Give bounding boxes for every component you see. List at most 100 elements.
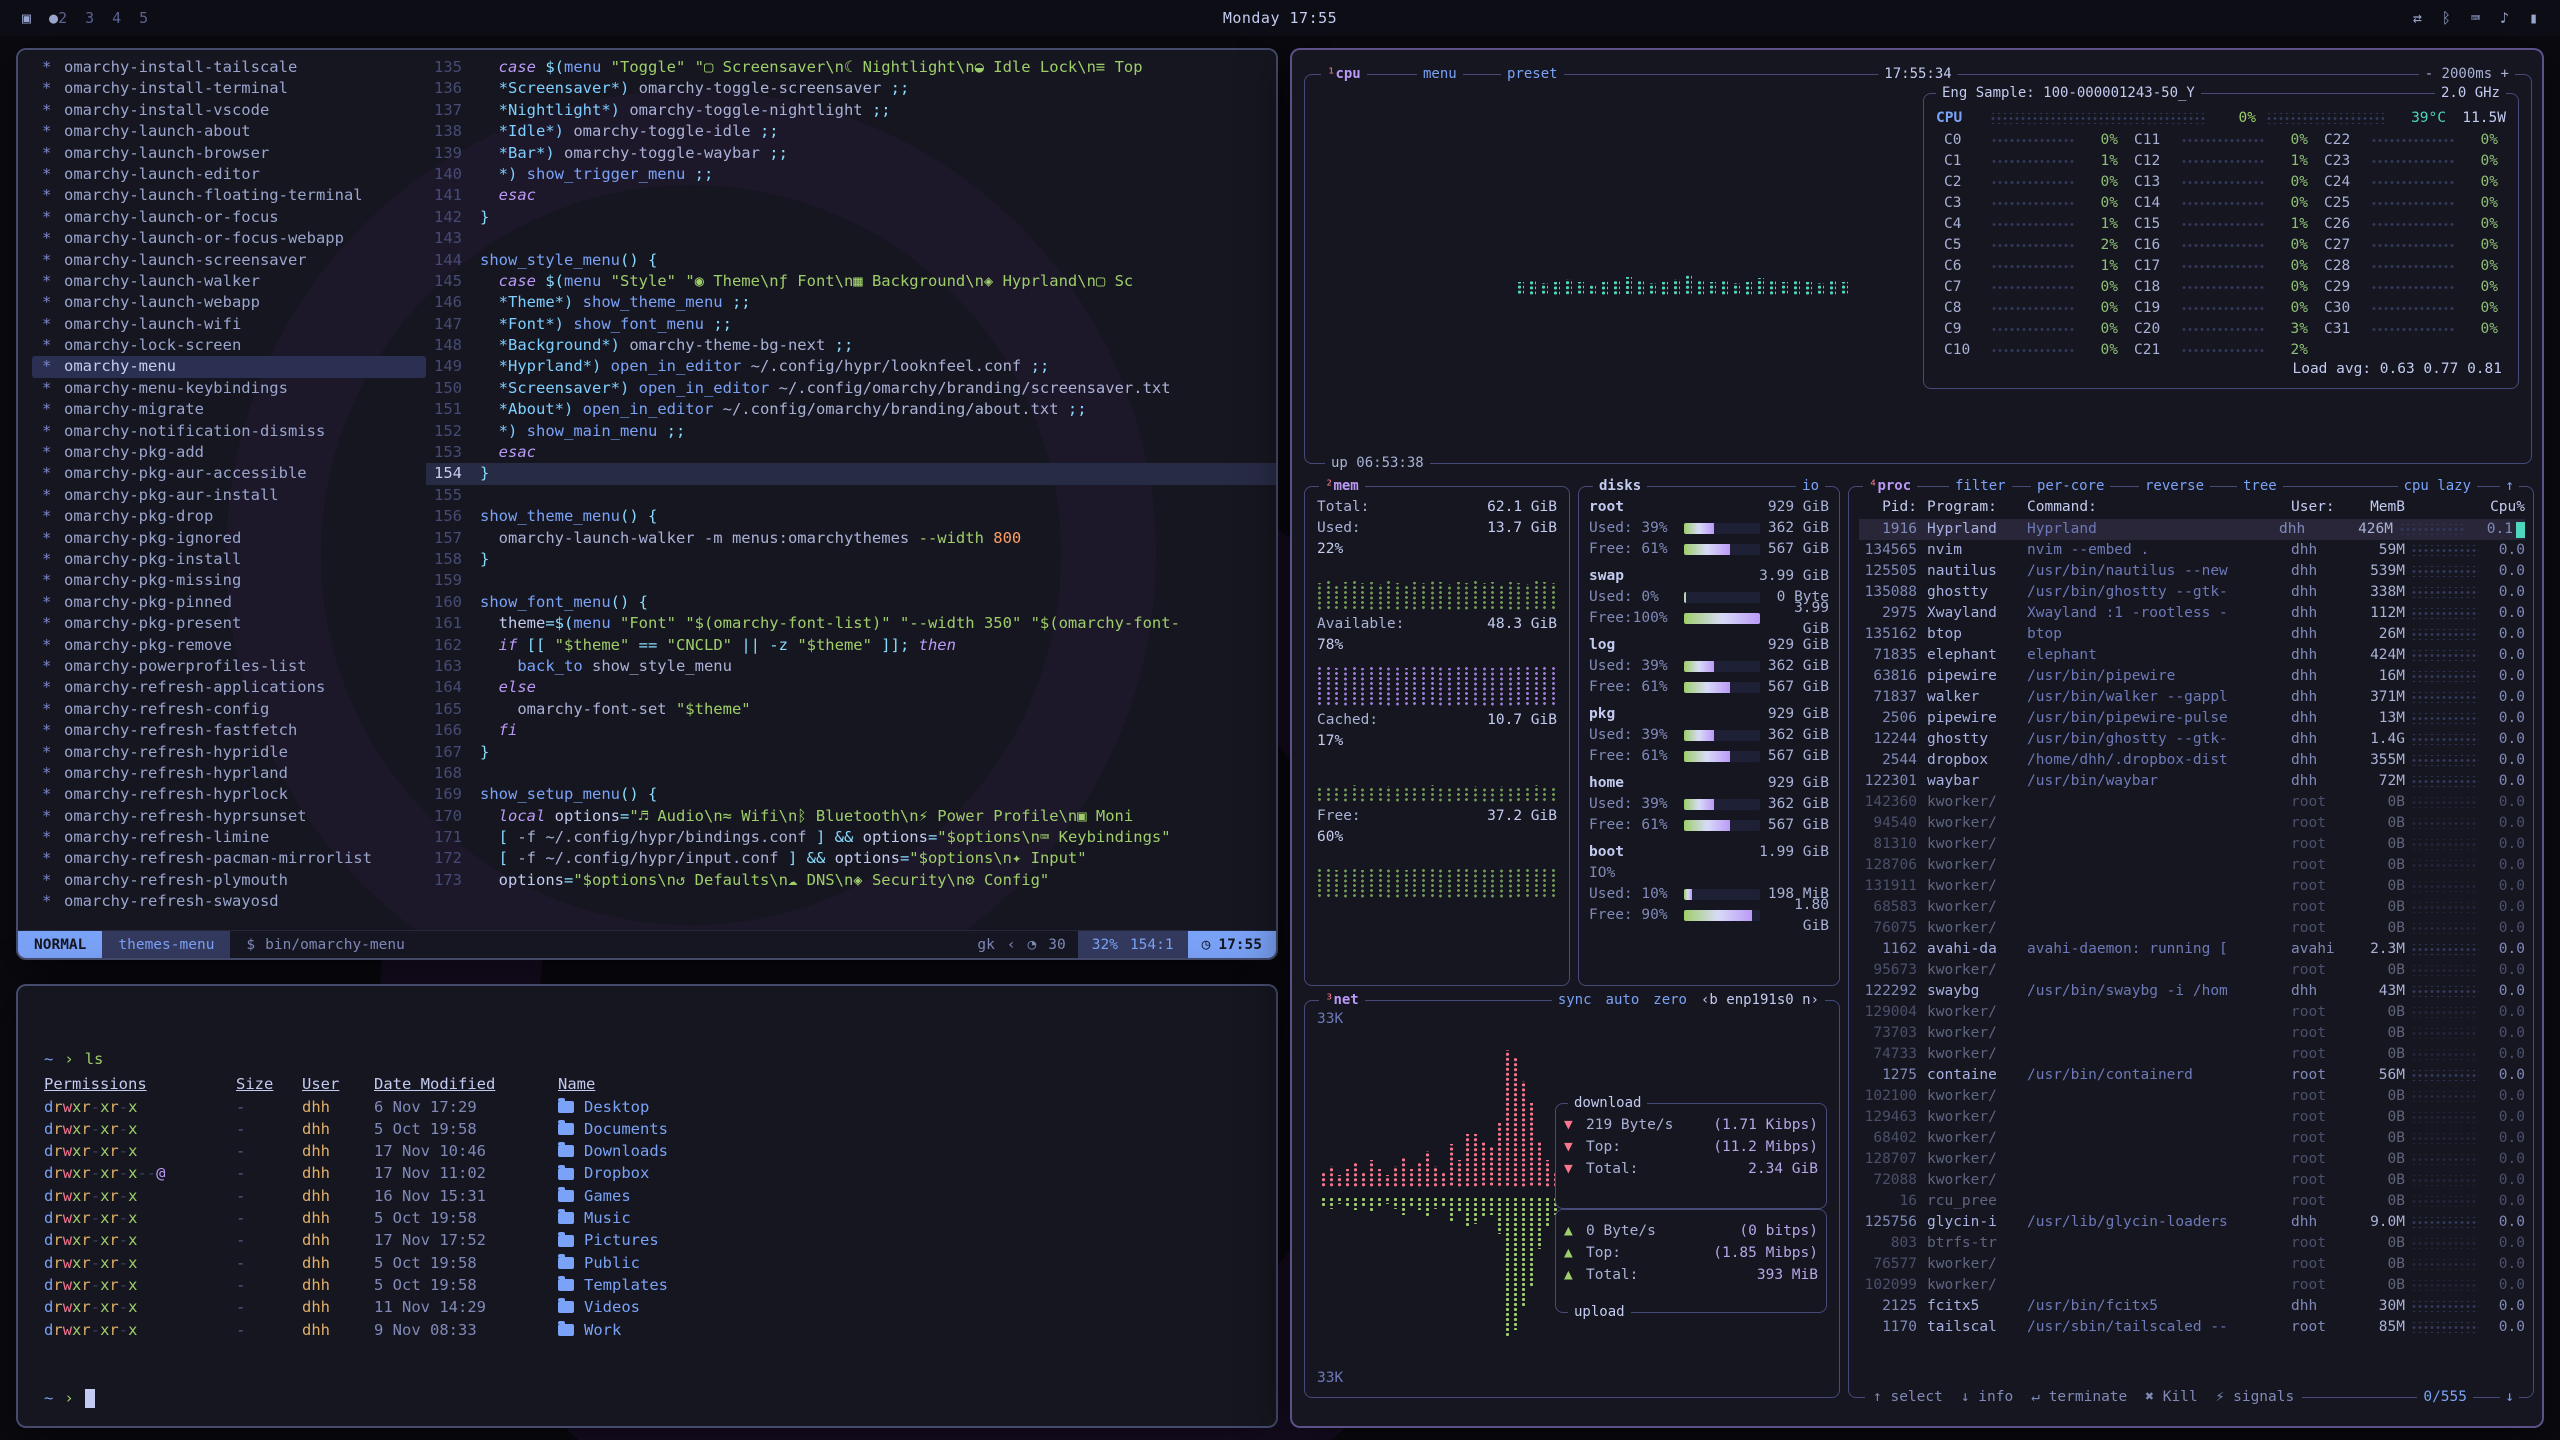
process-row[interactable]: 12244 ghostty /usr/bin/ghostty --gtk- dh… <box>1859 729 2525 750</box>
process-row[interactable]: 2506 pipewire /usr/bin/pipewire-pulse dh… <box>1859 708 2525 729</box>
file-list-item[interactable]: omarchy-pkg-pinned <box>32 592 426 613</box>
header-user[interactable]: User: <box>2291 497 2353 519</box>
tab-tree[interactable]: tree <box>2237 476 2283 497</box>
preset-button[interactable]: preset <box>1501 64 1564 85</box>
footer-action[interactable]: ↑ select <box>1873 1387 1943 1408</box>
code-pane[interactable]: 135 case $(menu "Toggle" "▢ Screensaver\… <box>426 50 1276 930</box>
process-row[interactable]: 129004 kworker/ root 0B 0.0 <box>1859 1002 2525 1023</box>
tray-icon[interactable]: ♪ <box>2500 9 2509 27</box>
tab-per-core[interactable]: per-core <box>2031 476 2110 497</box>
file-list-item[interactable]: omarchy-refresh-hypridle <box>32 742 426 763</box>
tab-auto[interactable]: auto <box>1606 990 1640 1011</box>
file-list-item[interactable]: omarchy-lock-screen <box>32 335 426 356</box>
process-row[interactable]: 803 btrfs-tr root 0B 0.0 <box>1859 1233 2525 1254</box>
file-list-item[interactable]: omarchy-refresh-applications <box>32 677 426 698</box>
file-list-item[interactable]: omarchy-pkg-drop <box>32 506 426 527</box>
process-row[interactable]: 102100 kworker/ root 0B 0.0 <box>1859 1086 2525 1107</box>
process-row[interactable]: 125756 glycin-i /usr/lib/glycin-loaders … <box>1859 1212 2525 1233</box>
process-row[interactable]: 135088 ghostty /usr/bin/ghostty --gtk- d… <box>1859 582 2525 603</box>
file-list-item[interactable]: omarchy-refresh-pacman-mirrorlist <box>32 848 426 869</box>
footer-action[interactable]: ↓ info <box>1961 1387 2013 1408</box>
tray-icon[interactable]: ▮ <box>2529 9 2538 27</box>
file-list-item[interactable]: omarchy-launch-about <box>32 121 426 142</box>
process-row[interactable]: 1916 Hyprland Hyprland dhh 426M 0.1 <box>1859 519 2525 540</box>
file-list-item[interactable]: omarchy-launch-or-focus-webapp <box>32 228 426 249</box>
file-list-item[interactable]: omarchy-pkg-present <box>32 613 426 634</box>
file-list-item[interactable]: omarchy-refresh-plymouth <box>32 870 426 891</box>
file-list-item[interactable]: omarchy-install-terminal <box>32 78 426 99</box>
process-row[interactable]: 72088 kworker/ root 0B 0.0 <box>1859 1170 2525 1191</box>
file-list-item[interactable]: omarchy-install-tailscale <box>32 57 426 78</box>
workspace-app-icon[interactable]: ▣ <box>22 9 31 27</box>
tab-filter[interactable]: filter <box>1949 476 2012 497</box>
file-list-item[interactable]: omarchy-refresh-hyprsunset <box>32 806 426 827</box>
process-row[interactable]: 95673 kworker/ root 0B 0.0 <box>1859 960 2525 981</box>
process-row[interactable]: 2125 fcitx5 /usr/bin/fcitx5 dhh 30M 0.0 <box>1859 1296 2525 1317</box>
file-list-item[interactable]: omarchy-refresh-config <box>32 699 426 720</box>
file-list-item[interactable]: omarchy-powerprofiles-list <box>32 656 426 677</box>
tab-sync[interactable]: sync <box>1558 990 1592 1011</box>
file-list-item[interactable]: omarchy-refresh-hyprlock <box>32 784 426 805</box>
footer-action[interactable]: ↵ terminate <box>2031 1387 2127 1408</box>
process-row[interactable]: 74733 kworker/ root 0B 0.0 <box>1859 1044 2525 1065</box>
file-list-pane[interactable]: omarchy-install-tailscale omarchy-instal… <box>18 50 426 930</box>
scroll-down-icon[interactable]: ↓ <box>2500 1387 2519 1408</box>
workspace-number[interactable]: 4 <box>112 9 121 27</box>
file-list-item[interactable]: omarchy-pkg-ignored <box>32 528 426 549</box>
file-list-item[interactable]: omarchy-pkg-missing <box>32 570 426 591</box>
file-list-item[interactable]: omarchy-refresh-fastfetch <box>32 720 426 741</box>
process-row[interactable]: 71835 elephant elephant dhh 424M 0.0 <box>1859 645 2525 666</box>
workspace-number[interactable]: 2 <box>58 9 67 27</box>
file-list-item[interactable]: omarchy-migrate <box>32 399 426 420</box>
process-row[interactable]: 1170 tailscal /usr/sbin/tailscaled -- ro… <box>1859 1317 2525 1338</box>
workspace-app-icon[interactable]: ● <box>49 9 58 27</box>
process-row[interactable]: 73703 kworker/ root 0B 0.0 <box>1859 1023 2525 1044</box>
process-row[interactable]: 129463 kworker/ root 0B 0.0 <box>1859 1107 2525 1128</box>
process-row[interactable]: 76075 kworker/ root 0B 0.0 <box>1859 918 2525 939</box>
footer-action[interactable]: ✖ Kill <box>2145 1387 2197 1408</box>
tray-icon[interactable]: ⇄ <box>2413 9 2422 27</box>
process-row[interactable]: 131911 kworker/ root 0B 0.0 <box>1859 876 2525 897</box>
scroll-up-icon[interactable]: ↑ <box>2500 476 2519 497</box>
update-interval-control[interactable]: - 2000ms + <box>2419 64 2515 85</box>
file-list-item[interactable]: omarchy-pkg-aur-install <box>32 485 426 506</box>
process-row[interactable]: 68583 kworker/ root 0B 0.0 <box>1859 897 2525 918</box>
process-row[interactable]: 102099 kworker/ root 0B 0.0 <box>1859 1275 2525 1296</box>
process-row[interactable]: 94540 kworker/ root 0B 0.0 <box>1859 813 2525 834</box>
tab-zero[interactable]: zero <box>1653 990 1687 1011</box>
process-list[interactable]: Pid: Program: Command: User: MemB Cpu% 1… <box>1859 497 2525 1385</box>
process-row[interactable]: 63816 pipewire /usr/bin/pipewire dhh 16M… <box>1859 666 2525 687</box>
process-row[interactable]: 142360 kworker/ root 0B 0.0 <box>1859 792 2525 813</box>
terminal-body[interactable]: ~ › ls Permissions Size User Date Modifi… <box>18 986 1276 1409</box>
file-list-item[interactable]: omarchy-notification-dismiss <box>32 421 426 442</box>
workspace-number[interactable]: 3 <box>85 9 94 27</box>
file-list-item[interactable]: omarchy-launch-editor <box>32 164 426 185</box>
process-row[interactable]: 1275 containe /usr/bin/containerd root 5… <box>1859 1065 2525 1086</box>
file-list-item[interactable]: omarchy-refresh-swayosd <box>32 891 426 912</box>
file-list-item[interactable]: omarchy-menu-keybindings <box>32 378 426 399</box>
process-row[interactable]: 81310 kworker/ root 0B 0.0 <box>1859 834 2525 855</box>
file-list-item[interactable]: omarchy-pkg-remove <box>32 635 426 656</box>
file-list-item[interactable]: omarchy-launch-browser <box>32 143 426 164</box>
tab-io[interactable]: io <box>1796 476 1825 497</box>
file-list-item[interactable]: omarchy-launch-walker <box>32 271 426 292</box>
process-row[interactable]: 128706 kworker/ root 0B 0.0 <box>1859 855 2525 876</box>
process-row[interactable]: 16 rcu_pree root 0B 0.0 <box>1859 1191 2525 1212</box>
menu-button[interactable]: menu <box>1417 64 1463 85</box>
process-row[interactable]: 122301 waybar /usr/bin/waybar dhh 72M 0.… <box>1859 771 2525 792</box>
process-row[interactable]: 135162 btop btop dhh 26M 0.0 <box>1859 624 2525 645</box>
process-row[interactable]: 2975 Xwayland Xwayland :1 -rootless - dh… <box>1859 603 2525 624</box>
file-list-item[interactable]: omarchy-refresh-hyprland <box>32 763 426 784</box>
file-list-item[interactable]: omarchy-pkg-add <box>32 442 426 463</box>
tab-reverse[interactable]: reverse <box>2139 476 2210 497</box>
file-list-item[interactable]: omarchy-launch-screensaver <box>32 250 426 271</box>
process-row[interactable]: 134565 nvim nvim --embed . dhh 59M 0.0 <box>1859 540 2525 561</box>
file-list-item[interactable]: omarchy-launch-wifi <box>32 314 426 335</box>
file-list-item[interactable]: omarchy-install-vscode <box>32 100 426 121</box>
process-row[interactable]: 68402 kworker/ root 0B 0.0 <box>1859 1128 2525 1149</box>
network-interface[interactable]: ‹b enp191s0 n› <box>1701 990 1819 1011</box>
process-row[interactable]: 71837 walker /usr/bin/walker --gappl dhh… <box>1859 687 2525 708</box>
file-list-item[interactable]: omarchy-pkg-install <box>32 549 426 570</box>
tray-icon[interactable]: ⌨ <box>2471 9 2480 27</box>
file-list-item[interactable]: omarchy-launch-or-focus <box>32 207 426 228</box>
